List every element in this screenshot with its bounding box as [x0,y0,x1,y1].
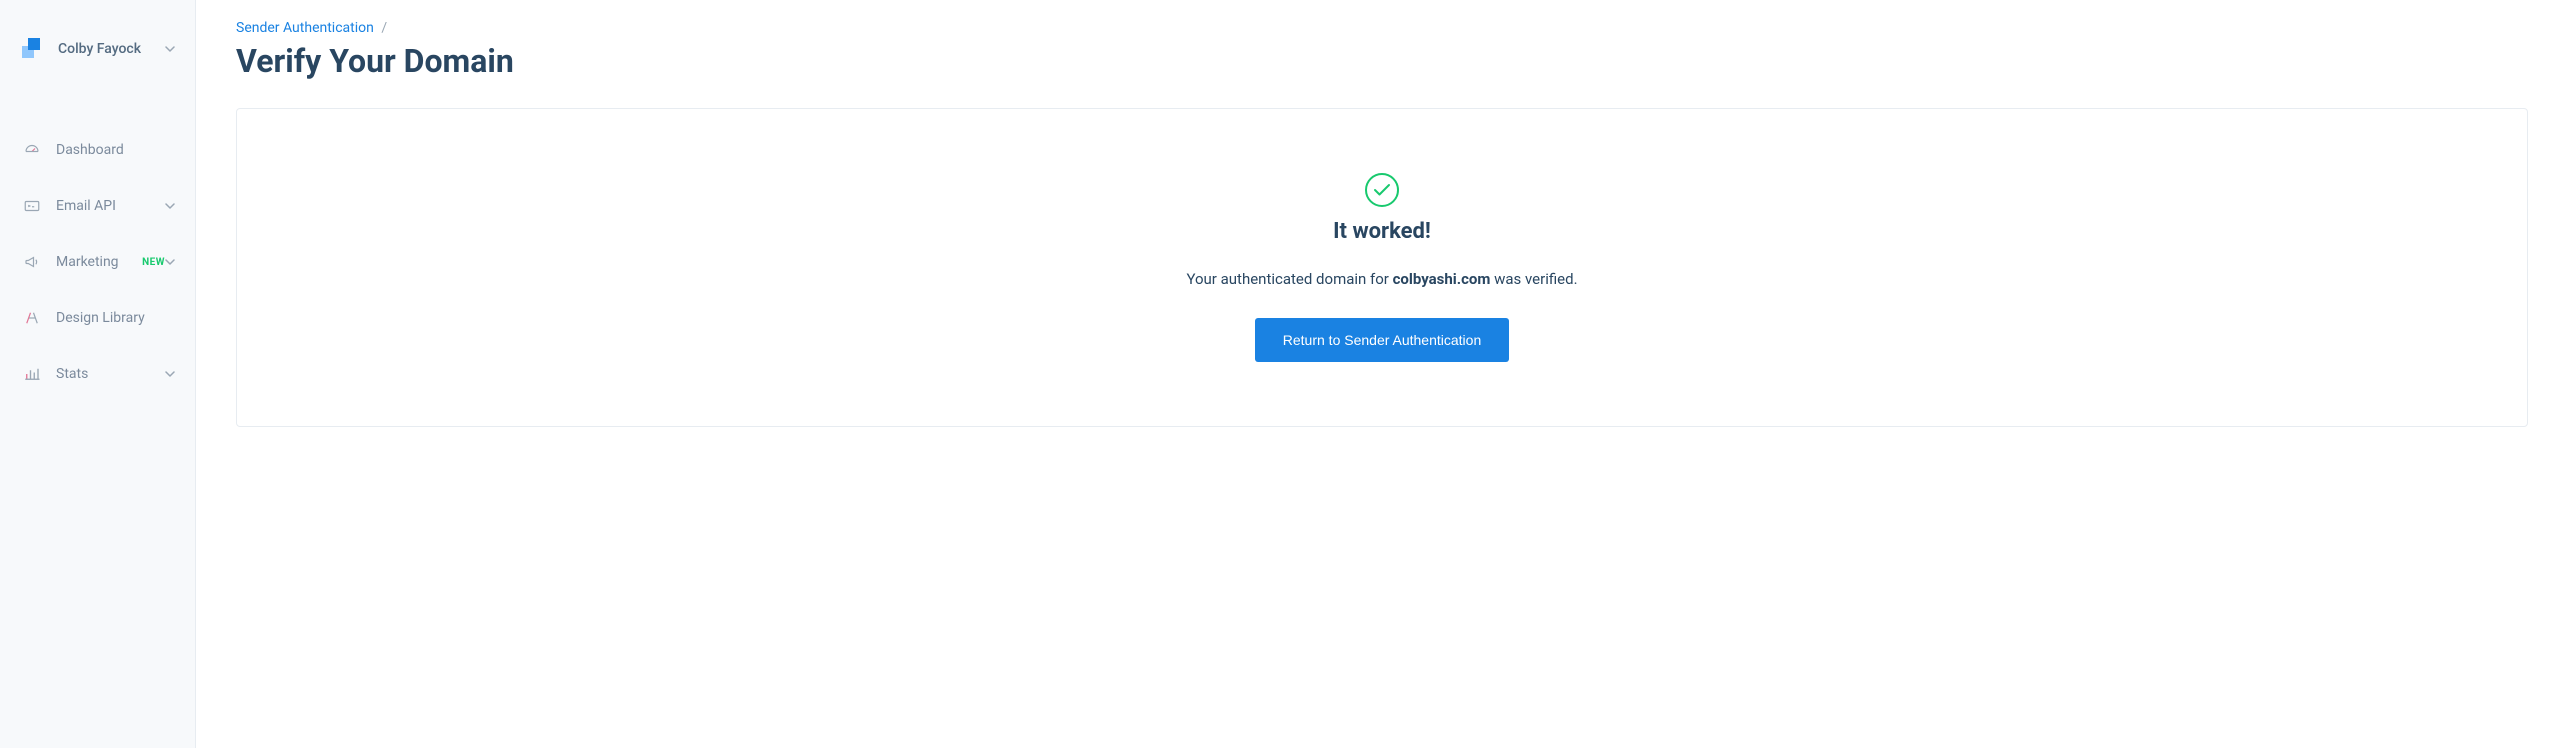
sidebar-item-dashboard[interactable]: Dashboard [0,122,195,178]
success-heading: It worked! [277,219,2487,244]
verified-domain: colbyashi.com [1393,270,1491,288]
breadcrumb: Sender Authentication / [236,20,2528,36]
brand-logo-icon [22,38,44,60]
breadcrumb-separator: / [381,20,387,36]
sidebar: Colby Fayock Dashboard [0,0,196,748]
sidebar-nav: Dashboard Email API Mark [0,122,195,402]
sidebar-item-label: Email API [56,198,165,214]
sidebar-item-label: Design Library [56,310,175,326]
sidebar-item-marketing[interactable]: Marketing NEW [0,234,195,290]
chevron-down-icon [165,257,175,267]
verify-result-card: It worked! Your authenticated domain for… [236,108,2528,427]
terminal-card-icon [22,196,42,216]
new-badge: NEW [142,257,165,268]
page-title: Verify Your Domain [236,42,2528,80]
gauge-icon [22,140,42,160]
bar-chart-icon [22,364,42,384]
breadcrumb-parent-link[interactable]: Sender Authentication [236,20,374,36]
message-suffix: was verified. [1490,270,1577,288]
main-content: Sender Authentication / Verify Your Doma… [196,0,2560,748]
return-button[interactable]: Return to Sender Authentication [1255,318,1509,362]
user-name: Colby Fayock [58,41,165,57]
success-message: Your authenticated domain for colbyashi.… [277,270,2487,288]
chevron-down-icon [165,369,175,379]
user-switcher[interactable]: Colby Fayock [0,24,195,74]
megaphone-icon [22,252,42,272]
chevron-down-icon [165,201,175,211]
sidebar-item-email-api[interactable]: Email API [0,178,195,234]
chevron-down-icon [165,44,175,54]
message-prefix: Your authenticated domain for [1186,270,1392,288]
sidebar-item-label: Dashboard [56,142,175,158]
sidebar-item-design-library[interactable]: Design Library [0,290,195,346]
sidebar-item-label: Stats [56,366,165,382]
check-circle-icon [1365,173,1399,207]
sidebar-item-label: Marketing [56,254,136,270]
pencil-ruler-icon [22,308,42,328]
sidebar-item-stats[interactable]: Stats [0,346,195,402]
